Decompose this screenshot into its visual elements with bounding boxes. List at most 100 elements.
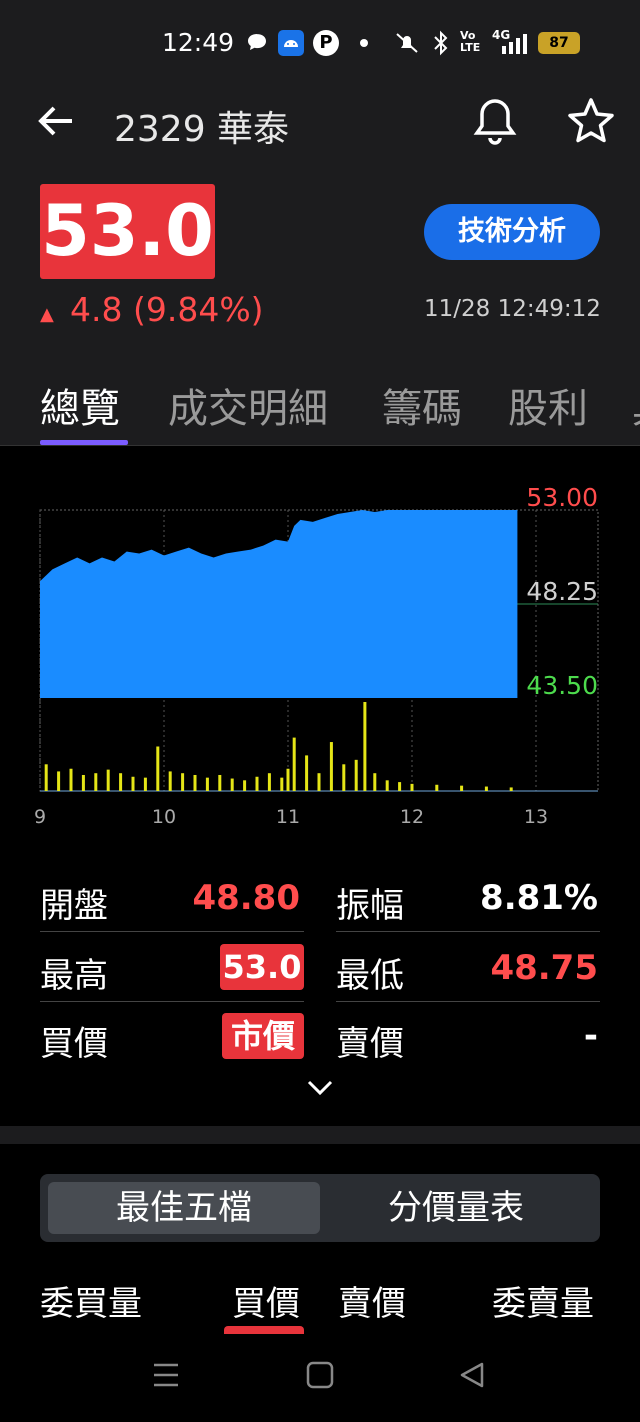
volume-bar	[205, 777, 209, 791]
volume-bar	[106, 769, 110, 791]
price-axis-mid-label: 48.25	[526, 577, 598, 606]
order-book-segment: 最佳五檔 分價量表	[40, 1174, 600, 1242]
tab-more[interactable]: 具	[632, 376, 640, 434]
battery-level: 87	[549, 35, 569, 51]
low-label: 最低	[336, 956, 404, 996]
tab-dividend[interactable]: 股利	[508, 376, 588, 434]
volume-bar	[410, 783, 414, 791]
price-change: 4.8 (9.84%)	[70, 290, 264, 329]
x-tick-label: 12	[400, 806, 424, 828]
volume-bar	[373, 773, 377, 791]
price-badge: 53.0	[40, 184, 215, 279]
tech-analysis-label: 技術分析	[458, 216, 566, 247]
status-time: 12:49	[162, 28, 235, 57]
signal-icon	[500, 32, 530, 58]
tab-overview[interactable]: 總覽	[40, 376, 120, 434]
volume-bar	[363, 702, 367, 791]
mute-icon	[394, 30, 420, 60]
open-label: 開盤	[40, 886, 108, 926]
column-ask-price: 賣價	[338, 1284, 406, 1324]
volume-bar	[292, 737, 296, 791]
volume-bar	[69, 768, 73, 791]
volume-bar	[267, 773, 271, 791]
volume-bar	[509, 787, 513, 791]
price-axis-bottom-label: 43.50	[526, 671, 598, 700]
back-arrow-icon[interactable]	[36, 104, 76, 142]
bluetooth-icon	[432, 30, 450, 60]
volume-bar	[435, 784, 439, 791]
volume-bar	[460, 785, 464, 791]
tech-analysis-button[interactable]: 技術分析	[424, 204, 600, 260]
intraday-chart: 53.00 48.25 43.50 9 10 11 12 13	[34, 483, 599, 828]
x-tick-label: 9	[34, 806, 46, 828]
column-bid-price: 買價	[232, 1284, 300, 1324]
bid-value-badge: 市價	[222, 1013, 304, 1059]
volume-bar	[81, 774, 85, 791]
quote-timestamp: 11/28 12:49:12	[424, 296, 601, 322]
volume-bar	[181, 773, 185, 791]
volume-bar	[280, 777, 284, 791]
bell-icon[interactable]	[472, 96, 518, 150]
stats-divider	[40, 1001, 304, 1002]
high-label: 最高	[40, 956, 108, 996]
volume-bar	[385, 780, 389, 791]
battery-icon: 87	[538, 32, 580, 54]
volume-bar	[94, 773, 98, 791]
volume-bar	[398, 782, 402, 791]
price-axis-top-label: 53.00	[526, 483, 598, 512]
android-icon	[278, 30, 304, 56]
volte-icon: Vo LTE	[460, 29, 481, 54]
volume-bar	[168, 771, 172, 791]
amplitude-label: 振幅	[336, 886, 404, 926]
open-value: 48.80	[192, 878, 300, 918]
stats-divider	[336, 1001, 600, 1002]
volume-bar	[131, 776, 135, 791]
ask-value: -	[583, 1016, 598, 1056]
p-app-icon: P	[313, 30, 339, 56]
up-arrow-icon: ▲	[40, 304, 54, 325]
bid-label: 買價	[40, 1024, 108, 1064]
chevron-down-icon[interactable]	[306, 1078, 334, 1102]
volume-bar	[286, 768, 290, 791]
volume-bar	[305, 755, 309, 791]
volume-bar	[57, 771, 61, 791]
volume-bar	[193, 774, 197, 791]
volume-bar	[342, 764, 346, 791]
ask-label: 賣價	[336, 1024, 404, 1064]
volume-bar	[484, 786, 488, 791]
volume-bar	[255, 776, 259, 791]
price-area-series	[40, 510, 518, 698]
volume-bar	[44, 764, 48, 791]
segment-price-volume[interactable]: 分價量表	[320, 1182, 592, 1234]
tab-chips[interactable]: 籌碼	[382, 376, 462, 434]
segment-best-five[interactable]: 最佳五檔	[48, 1182, 320, 1234]
page-title: 2329 華泰	[114, 109, 290, 150]
bid-price-bar	[224, 1326, 304, 1334]
volume-bar	[354, 759, 358, 791]
back-icon[interactable]	[458, 1360, 486, 1394]
x-tick-label: 13	[524, 806, 548, 828]
x-tick-label: 10	[152, 806, 176, 828]
volume-bar	[329, 742, 333, 791]
current-price: 53.0	[41, 190, 214, 272]
volume-bar	[230, 778, 234, 791]
section-gap	[0, 1126, 640, 1144]
volume-bar	[143, 777, 147, 791]
column-ask-volume: 委賣量	[492, 1284, 594, 1324]
x-tick-label: 11	[276, 806, 300, 828]
amplitude-value: 8.81%	[480, 878, 598, 918]
stats-divider	[336, 931, 600, 932]
chat-icon	[246, 32, 268, 56]
status-bar: 12:49 P Vo LTE 4G 87	[0, 0, 640, 86]
high-value-badge: 53.0	[220, 944, 304, 990]
active-tab-indicator	[40, 440, 128, 445]
volume-bar	[317, 773, 321, 791]
star-icon[interactable]	[566, 96, 616, 148]
stats-divider	[40, 931, 304, 932]
volume-bar	[218, 774, 222, 791]
volume-bar	[156, 746, 160, 791]
menu-icon[interactable]	[152, 1360, 180, 1394]
home-icon[interactable]	[306, 1360, 334, 1394]
tab-trade-details[interactable]: 成交明細	[168, 376, 328, 434]
volume-bar	[243, 780, 247, 791]
